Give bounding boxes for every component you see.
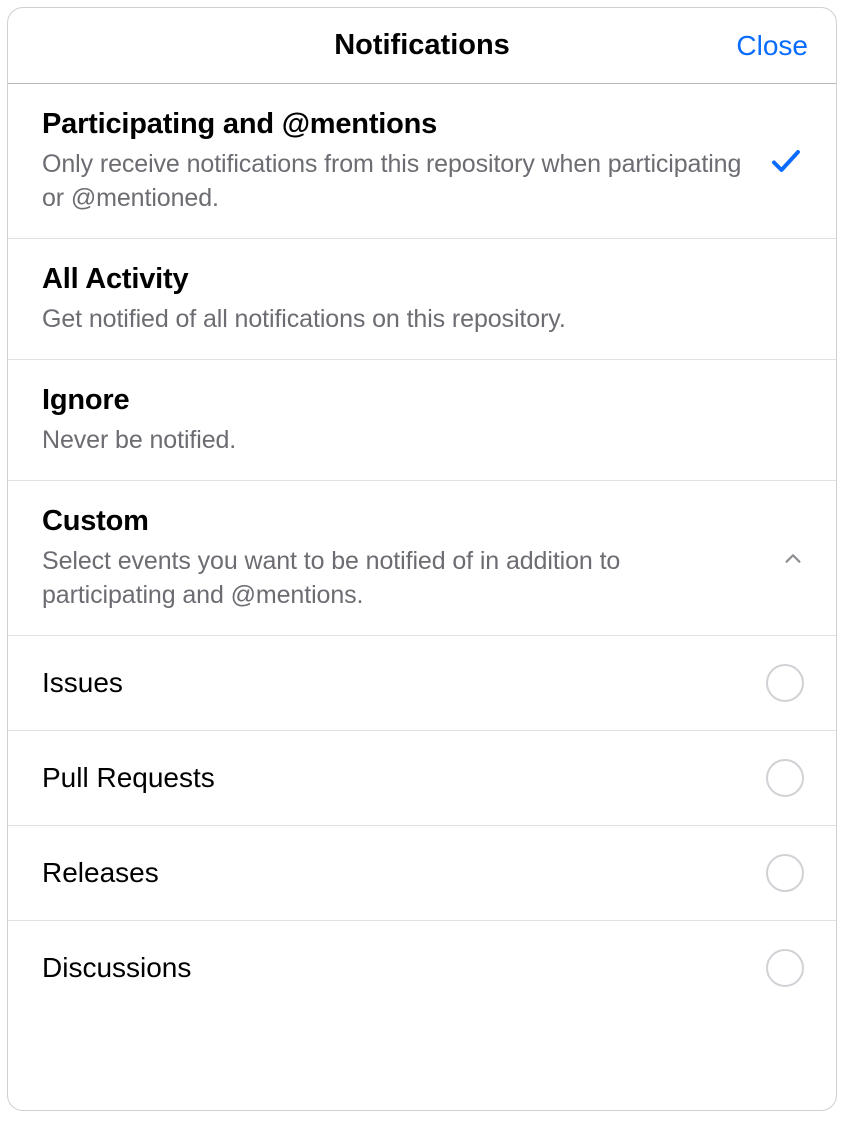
event-label: Discussions <box>42 952 191 984</box>
radio-unchecked[interactable] <box>766 664 804 702</box>
event-discussions[interactable]: Discussions <box>8 921 836 1015</box>
option-title: Custom <box>42 503 758 539</box>
chevron-up-icon <box>782 547 804 569</box>
option-text: Participating and @mentions Only receive… <box>42 106 744 216</box>
notifications-sheet: Notifications Close Participating and @m… <box>7 7 837 1111</box>
radio-unchecked[interactable] <box>766 854 804 892</box>
sheet-title: Notifications <box>334 29 510 62</box>
event-releases[interactable]: Releases <box>8 826 836 921</box>
option-description: Select events you want to be notified of… <box>42 545 758 613</box>
option-participating[interactable]: Participating and @mentions Only receive… <box>8 84 836 239</box>
radio-unchecked[interactable] <box>766 759 804 797</box>
option-text: Custom Select events you want to be noti… <box>42 503 758 613</box>
event-pull-requests[interactable]: Pull Requests <box>8 731 836 826</box>
event-label: Releases <box>42 857 159 889</box>
event-label: Pull Requests <box>42 762 215 794</box>
option-description: Get notified of all notifications on thi… <box>42 303 804 337</box>
sheet-header: Notifications Close <box>8 8 836 84</box>
checkmark-icon <box>768 143 804 179</box>
close-button[interactable]: Close <box>736 30 808 62</box>
option-all-activity[interactable]: All Activity Get notified of all notific… <box>8 239 836 360</box>
option-custom[interactable]: Custom Select events you want to be noti… <box>8 481 836 636</box>
option-title: Participating and @mentions <box>42 106 744 142</box>
event-issues[interactable]: Issues <box>8 636 836 731</box>
option-title: Ignore <box>42 382 804 418</box>
options-list: Participating and @mentions Only receive… <box>8 84 836 1110</box>
option-description: Never be notified. <box>42 424 804 458</box>
event-label: Issues <box>42 667 123 699</box>
option-description: Only receive notifications from this rep… <box>42 148 744 216</box>
option-text: Ignore Never be notified. <box>42 382 804 458</box>
option-ignore[interactable]: Ignore Never be notified. <box>8 360 836 481</box>
option-text: All Activity Get notified of all notific… <box>42 261 804 337</box>
radio-unchecked[interactable] <box>766 949 804 987</box>
option-title: All Activity <box>42 261 804 297</box>
